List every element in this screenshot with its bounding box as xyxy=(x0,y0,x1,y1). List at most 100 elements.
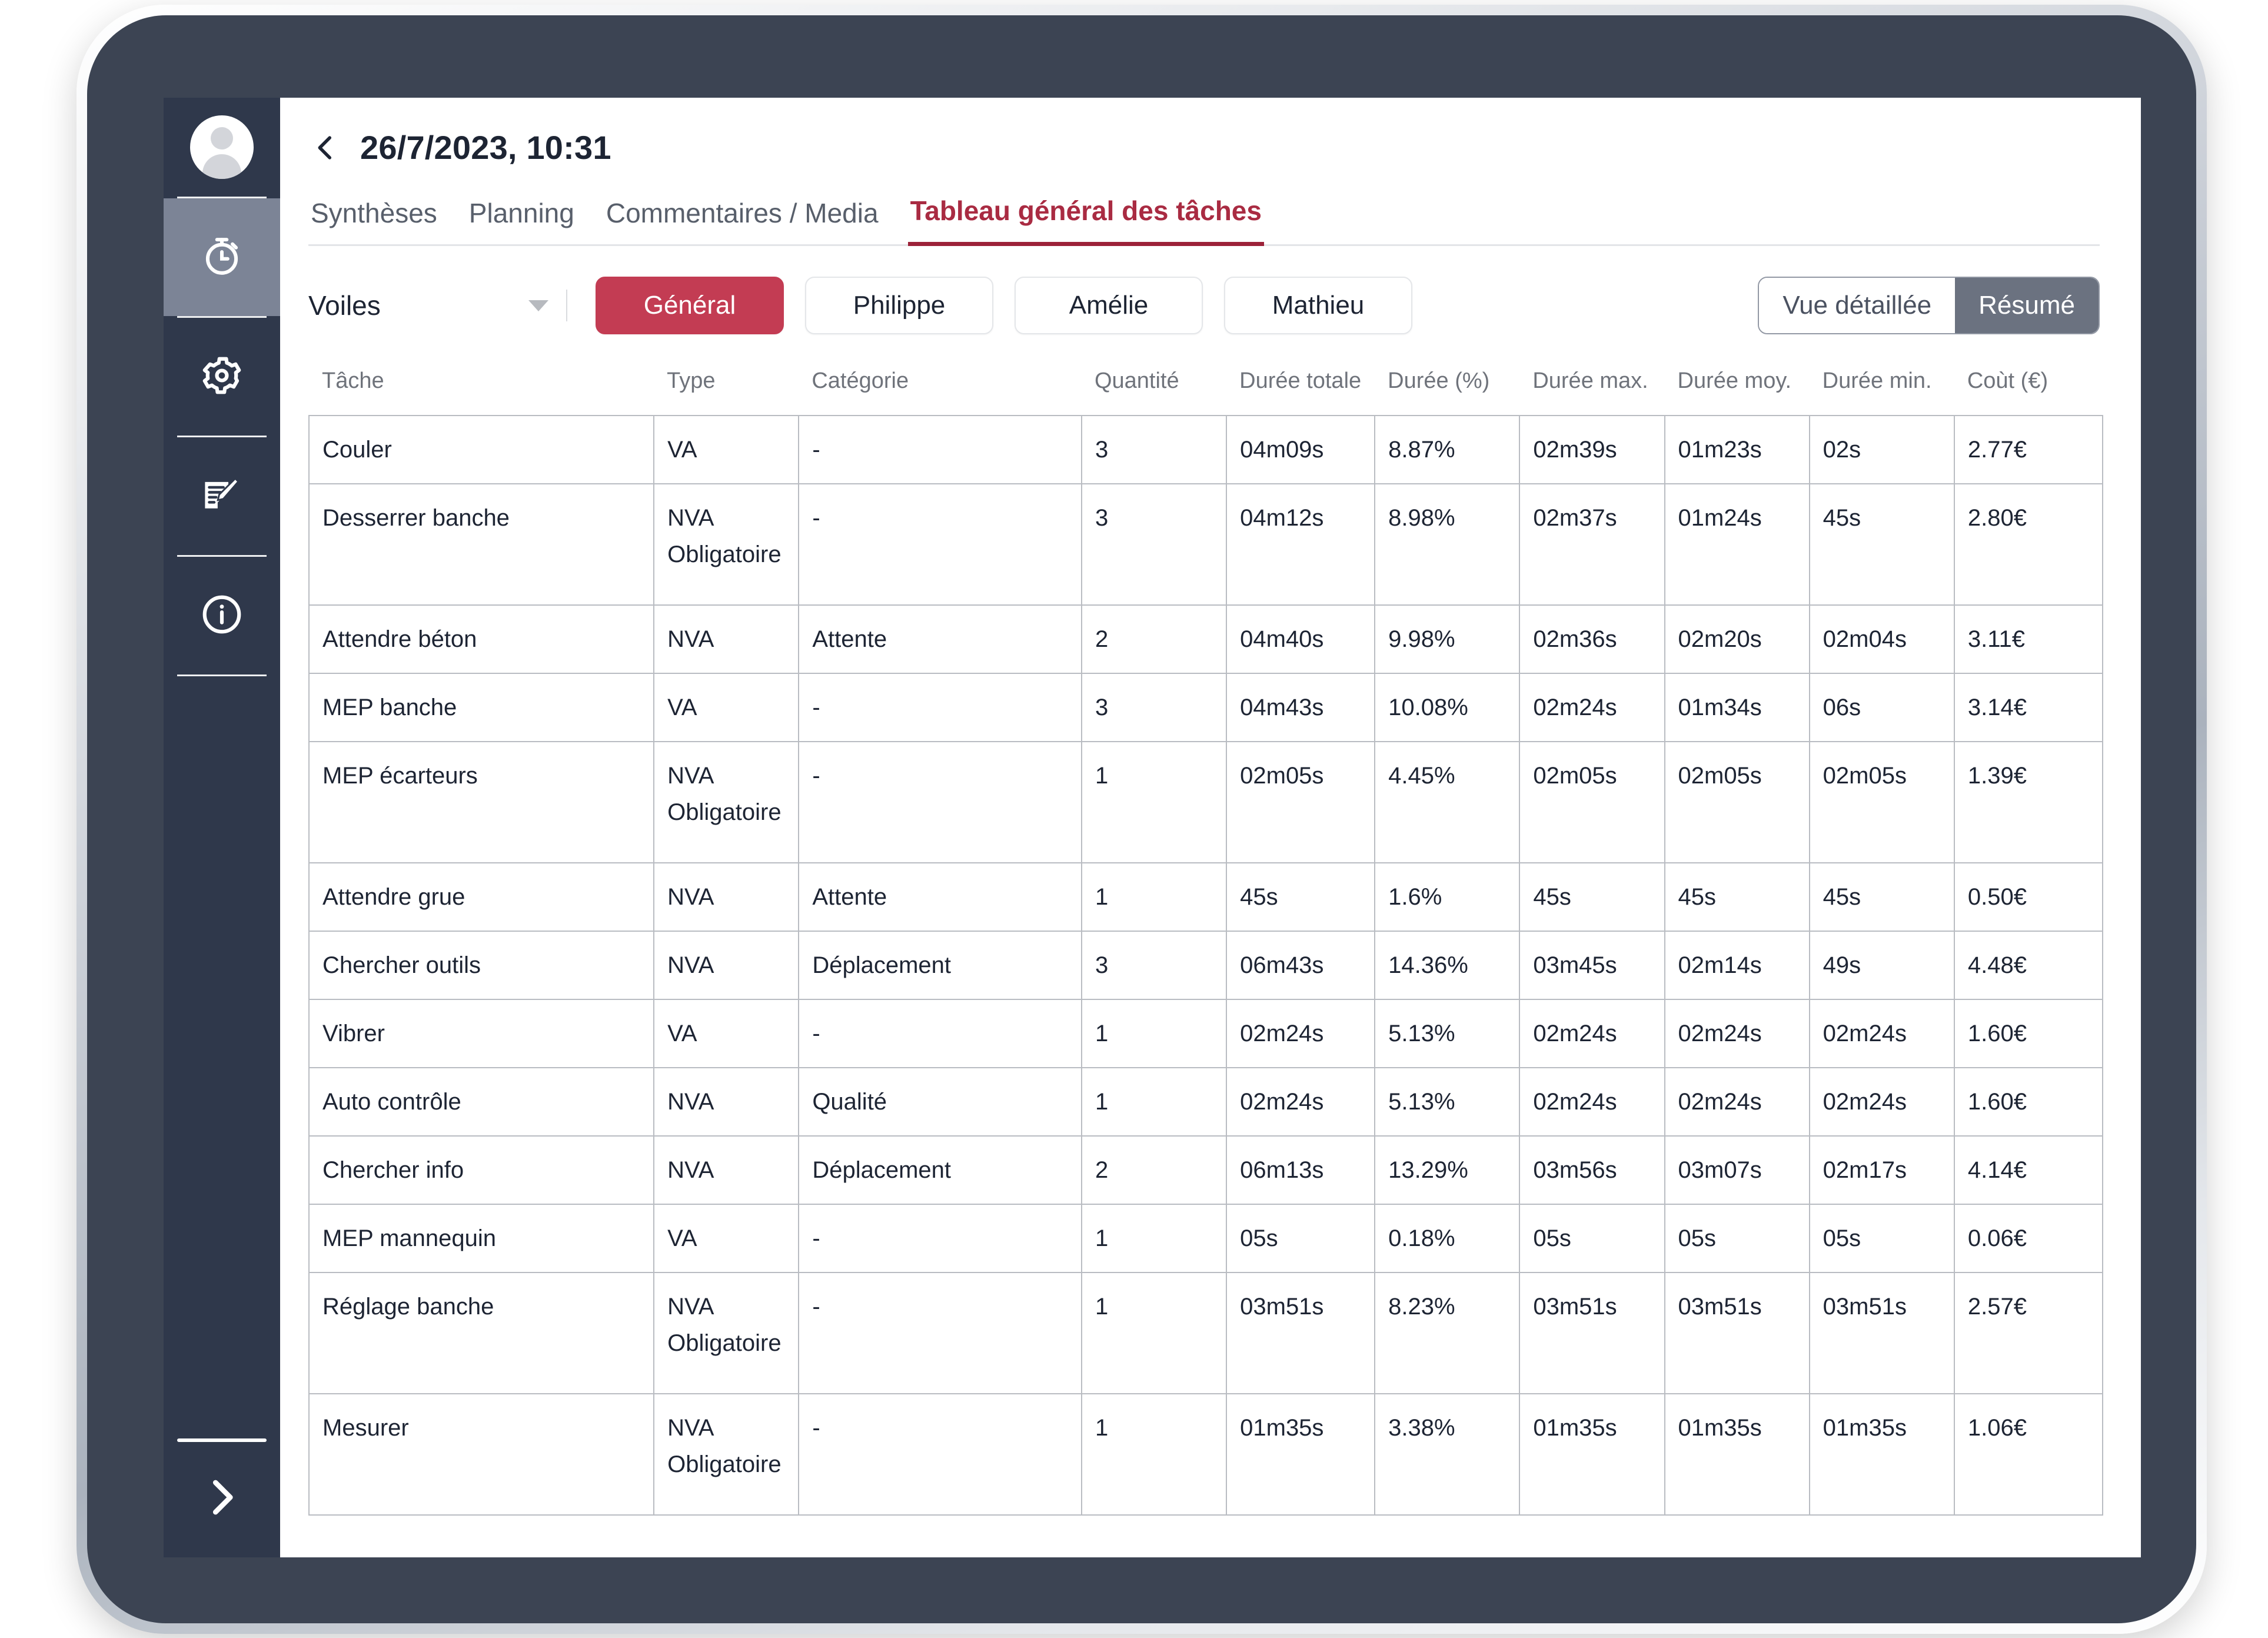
cell-quantite: 1 xyxy=(1080,1067,1228,1137)
titlebar: 26/7/2023, 10:31 xyxy=(308,128,2100,167)
cell-duree-min: 02m24s xyxy=(1808,1067,1955,1137)
filter-pill-mathieu[interactable]: Mathieu xyxy=(1224,277,1412,334)
cell-type: VA xyxy=(653,999,800,1068)
sidebar-divider xyxy=(177,316,267,318)
cell-duree-max: 02m24s xyxy=(1519,673,1665,742)
cell-duree-max: 05s xyxy=(1519,1204,1665,1273)
cell-duree-moy: 02m20s xyxy=(1664,604,1810,674)
cell-categorie: - xyxy=(798,1272,1082,1394)
col-quantite: Quantité xyxy=(1094,368,1179,393)
chevron-right-icon xyxy=(197,1472,247,1526)
edit-document-icon xyxy=(199,472,245,521)
avatar[interactable] xyxy=(164,98,280,197)
sidebar-divider xyxy=(177,555,267,557)
cell-type: NVA Obligatoire xyxy=(653,483,800,606)
filter-pill-philippe[interactable]: Philippe xyxy=(805,277,993,334)
filter-pill-general[interactable]: Général xyxy=(596,277,784,334)
table-row[interactable]: Chercher info NVA Déplacement 2 06m13s 13.29%… xyxy=(308,1135,2104,1205)
table-row[interactable]: MEP écarteurs NVA Obligatoire -1 02m05s 4.45… xyxy=(308,741,2104,863)
cell-duree-min: 06s xyxy=(1808,673,1955,742)
table-row[interactable]: Vibrer VA -1 02m24s 5.13% 02m24s 02m24s 02m24s 1… xyxy=(308,999,2104,1068)
chevron-left-icon[interactable] xyxy=(308,131,342,165)
sidebar-item-reports[interactable] xyxy=(164,437,280,555)
tablet-screen: 26/7/2023, 10:31 Synthèses Planning Comm… xyxy=(164,98,2141,1557)
sidebar-item-timer[interactable] xyxy=(164,198,280,316)
cell-duree-pct: 9.98% xyxy=(1374,604,1521,674)
cell-type: NVA Obligatoire xyxy=(653,1272,800,1394)
cell-duree-max: 02m24s xyxy=(1519,1067,1665,1137)
cell-type: NVA xyxy=(653,931,800,1000)
table-row[interactable]: Auto contrôle NVA Qualité 1 02m24s 5.13% 02m24… xyxy=(308,1067,2104,1137)
tab-planning[interactable]: Planning xyxy=(467,197,577,244)
cell-duree-totale: 04m12s xyxy=(1226,483,1376,606)
cell-duree-min: 02m17s xyxy=(1808,1135,1955,1205)
zone-select[interactable]: Voiles xyxy=(308,290,567,321)
sidebar-item-info[interactable] xyxy=(164,557,280,675)
cell-categorie: Attente xyxy=(798,862,1082,932)
filter-bar: Voiles Général Philippe Amélie Mathieu V… xyxy=(308,277,2100,334)
cell-duree-min: 02m24s xyxy=(1808,999,1955,1068)
cell-quantite: 2 xyxy=(1080,1135,1228,1205)
cell-cout: 4.48€ xyxy=(1953,931,2104,1000)
table-row[interactable]: Chercher outils NVA Déplacement 3 06m43s 14.3… xyxy=(308,931,2104,1000)
cell-tache: Chercher outils xyxy=(308,931,655,1000)
cell-duree-totale: 01m35s xyxy=(1226,1393,1376,1516)
table-row[interactable]: Réglage banche NVA Obligatoire -1 03m51s 8.2… xyxy=(308,1272,2104,1394)
table-row[interactable]: MEP mannequin VA -1 05s 0.18% 05s 05s 05s 0.06€ xyxy=(308,1204,2104,1273)
table-row[interactable]: Couler VA -3 04m09s 8.87% 02m39s 01m23s 02s 2.77… xyxy=(308,415,2104,484)
col-cout: Coùt (€) xyxy=(1967,368,2048,393)
cell-duree-moy: 45s xyxy=(1664,862,1810,932)
cell-cout: 0.06€ xyxy=(1953,1204,2104,1273)
cell-duree-moy: 02m14s xyxy=(1664,931,1810,1000)
cell-quantite: 2 xyxy=(1080,604,1228,674)
cell-type: VA xyxy=(653,415,800,484)
cell-duree-totale: 45s xyxy=(1226,862,1376,932)
cell-categorie: - xyxy=(798,1204,1082,1273)
cell-duree-pct: 14.36% xyxy=(1374,931,1521,1000)
tab-tableau-general-des-taches[interactable]: Tableau général des tâches xyxy=(907,195,1264,246)
cell-categorie: - xyxy=(798,673,1082,742)
cell-duree-min: 02s xyxy=(1808,415,1955,484)
cell-duree-min: 45s xyxy=(1808,483,1955,606)
cell-categorie: - xyxy=(798,999,1082,1068)
zone-select-value: Voiles xyxy=(308,290,381,321)
col-categorie: Catégorie xyxy=(812,368,909,393)
cell-duree-pct: 4.45% xyxy=(1374,741,1521,863)
sidebar-expand-button[interactable] xyxy=(164,1440,280,1557)
user-avatar-icon xyxy=(190,115,254,179)
cell-cout: 3.11€ xyxy=(1953,604,2104,674)
sidebar-item-settings[interactable] xyxy=(164,318,280,436)
cell-quantite: 3 xyxy=(1080,483,1228,606)
cell-duree-moy: 01m24s xyxy=(1664,483,1810,606)
segment-vue-detaillee[interactable]: Vue détaillée xyxy=(1759,278,1956,333)
cell-duree-min: 45s xyxy=(1808,862,1955,932)
cell-duree-totale: 02m05s xyxy=(1226,741,1376,863)
col-duree-totale: Durée totale xyxy=(1239,368,1362,393)
cell-duree-pct: 5.13% xyxy=(1374,1067,1521,1137)
stopwatch-icon xyxy=(199,234,244,281)
table-row[interactable]: Mesurer NVA Obligatoire -1 01m35s 3.38% 01m35… xyxy=(308,1393,2104,1516)
cell-duree-max: 02m37s xyxy=(1519,483,1665,606)
cell-duree-pct: 8.98% xyxy=(1374,483,1521,606)
table-row[interactable]: Attendre grue NVA Attente 1 45s 1.6% 45s 45s 45s… xyxy=(308,862,2104,932)
tab-commentaires-media[interactable]: Commentaires / Media xyxy=(604,197,881,244)
col-duree-max: Durée max. xyxy=(1532,368,1648,393)
cell-cout: 3.14€ xyxy=(1953,673,2104,742)
tab-bar: Synthèses Planning Commentaires / Media … xyxy=(308,195,2100,246)
page-title: 26/7/2023, 10:31 xyxy=(360,129,611,166)
cell-type: VA xyxy=(653,673,800,742)
cell-quantite: 3 xyxy=(1080,415,1228,484)
tablet-body: 26/7/2023, 10:31 Synthèses Planning Comm… xyxy=(87,15,2196,1623)
table-row[interactable]: Attendre béton NVA Attente 2 04m40s 9.98% 02m3… xyxy=(308,604,2104,674)
tab-syntheses[interactable]: Synthèses xyxy=(308,197,440,244)
table-header-row: Tâche Type Catégorie Quantité Durée tota… xyxy=(309,368,2103,416)
filter-pill-amelie[interactable]: Amélie xyxy=(1015,277,1203,334)
cell-categorie: - xyxy=(798,415,1082,484)
table-row[interactable]: MEP banche VA -3 04m43s 10.08% 02m24s 01m34s 06… xyxy=(308,673,2104,742)
cell-categorie: Déplacement xyxy=(798,931,1082,1000)
cell-categorie: - xyxy=(798,1393,1082,1516)
cell-duree-pct: 8.23% xyxy=(1374,1272,1521,1394)
cell-cout: 2.57€ xyxy=(1953,1272,2104,1394)
segment-resume[interactable]: Résumé xyxy=(1955,278,2099,333)
table-row[interactable]: Desserrer banche NVA Obligatoire -3 04m12s 8… xyxy=(308,483,2104,606)
